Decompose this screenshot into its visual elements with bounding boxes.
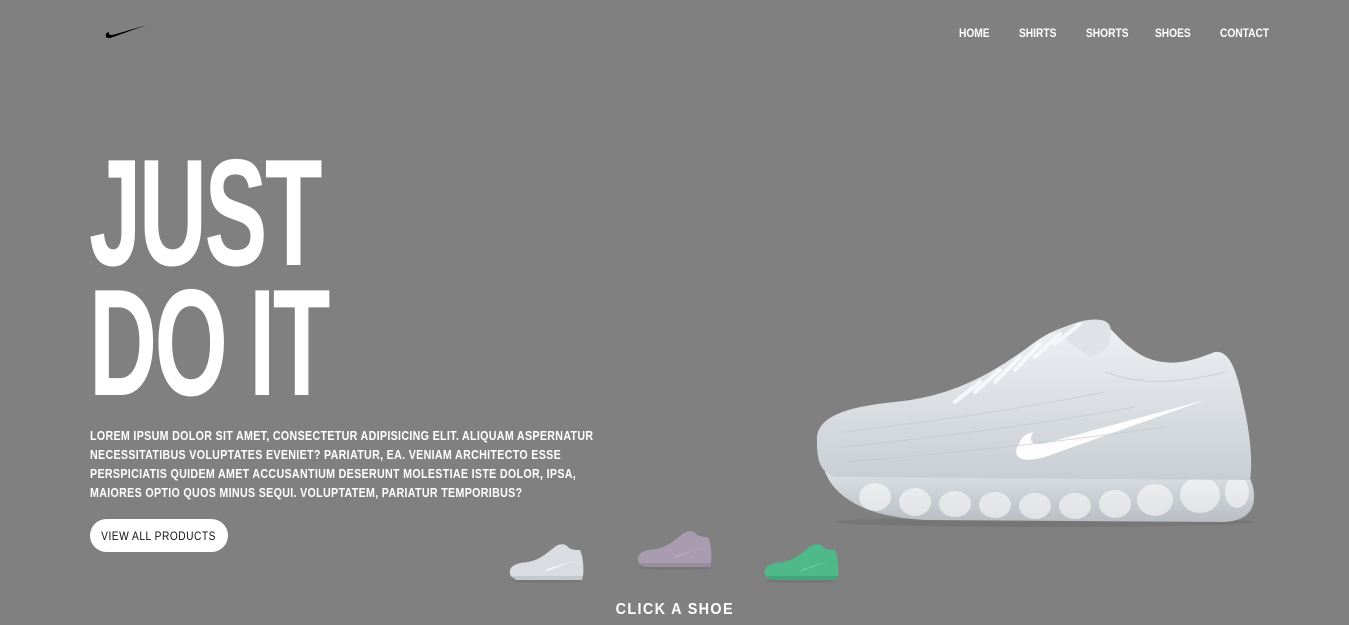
hero-shoe-image xyxy=(816,319,1255,527)
shoe-thumbnail-purple[interactable] xyxy=(634,525,714,575)
nav-shoes[interactable]: SHOES xyxy=(1155,26,1191,40)
shoe-thumbnail-white[interactable] xyxy=(506,538,586,588)
headline-line-2: DO IT xyxy=(89,258,330,428)
click-a-shoe-label: CLICK A SHOE xyxy=(0,601,1349,619)
click-a-shoe-text: CLICK A SHOE xyxy=(615,601,734,618)
cta-label: VIEW ALL PRODUCTS xyxy=(101,528,217,543)
nav-contact[interactable]: CONTACT xyxy=(1220,26,1269,40)
nav-home[interactable]: HOME xyxy=(959,26,990,40)
nav-shorts[interactable]: SHORTS xyxy=(1086,26,1129,40)
landing-page: HOME SHIRTS SHORTS SHOES CONTACT JUST DO… xyxy=(0,0,1349,625)
nav-shirts[interactable]: SHIRTS xyxy=(1019,26,1056,40)
view-all-products-button[interactable]: VIEW ALL PRODUCTS xyxy=(90,519,228,552)
hero-headline: JUST DO IT xyxy=(89,137,330,428)
swoosh-icon[interactable] xyxy=(104,22,148,42)
hero-description: LOREM IPSUM DOLOR SIT AMET, CONSECTETUR … xyxy=(90,428,594,500)
shoe-thumbnail-green[interactable] xyxy=(761,538,841,588)
